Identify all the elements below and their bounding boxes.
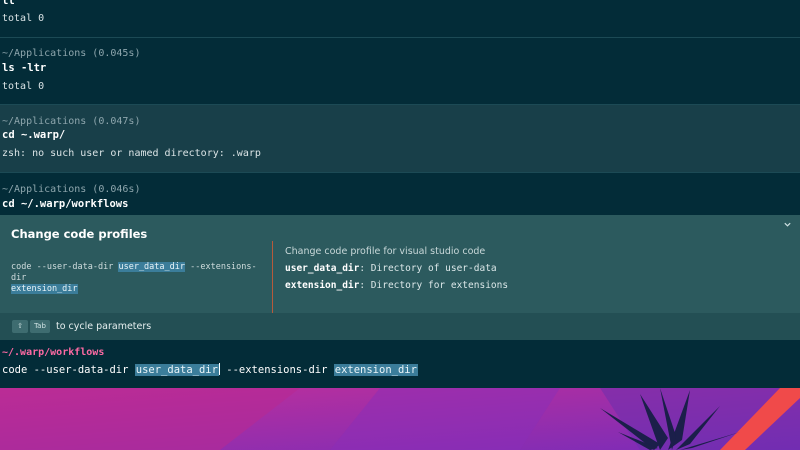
- chevron-down-icon[interactable]: [783, 219, 792, 232]
- block-output: total 0: [2, 13, 45, 24]
- param-description: user_data_dir: Directory of user-data: [285, 263, 497, 274]
- block-output: total 0: [2, 81, 45, 92]
- divider: [272, 241, 273, 317]
- tab-key: Tab: [30, 320, 50, 333]
- terminal-output: ll total 0 ~/Applications (0.045s) ls -l…: [0, 0, 800, 388]
- input-editor[interactable]: ~/.warp/workflows code --user-data-dir u…: [0, 340, 800, 388]
- command-block[interactable]: ~/Applications (0.046s) cd ~/.warp/workf…: [0, 173, 800, 215]
- workflow-title: Change code profiles: [11, 227, 148, 241]
- prompt-path: ~/.warp/workflows: [2, 347, 105, 358]
- command-block[interactable]: ~/Applications (0.045s) ls -ltr total 0: [0, 38, 800, 105]
- wallpaper-art: [0, 388, 800, 450]
- template-prefix: code --user-data-dir: [11, 262, 119, 272]
- param-desc: : Directory of user-data: [359, 263, 497, 274]
- template-param-extension-dir[interactable]: extension_dir: [11, 284, 78, 294]
- block-command: ls -ltr: [2, 62, 47, 74]
- workflow-description: Change code profile for visual studio co…: [285, 246, 486, 257]
- block-command: cd ~.warp/: [2, 129, 66, 141]
- param-description: extension_dir: Directory for extensions: [285, 280, 508, 291]
- param-desc: : Directory for extensions: [359, 280, 509, 291]
- desktop-wallpaper: [0, 388, 800, 450]
- workflow-template: code --user-data-dir user_data_dir --ext…: [11, 262, 266, 295]
- block-output: zsh: no such user or named directory: .w…: [2, 148, 261, 159]
- block-command: cd ~/.warp/workflows: [2, 198, 129, 210]
- command-block[interactable]: ll total 0: [0, 0, 800, 38]
- param-name: user_data_dir: [285, 263, 360, 274]
- input-prefix: code --user-data-dir: [2, 364, 135, 376]
- block-command: ll: [2, 0, 15, 7]
- shift-key-icon: ⇧: [12, 320, 28, 333]
- footer-hint: to cycle parameters: [56, 321, 152, 332]
- template-param-user-data-dir[interactable]: user_data_dir: [118, 262, 185, 272]
- workflow-panel: Change code profiles code --user-data-di…: [0, 215, 800, 340]
- param-name: extension_dir: [285, 280, 360, 291]
- command-input[interactable]: code --user-data-dir user_data_dir --ext…: [2, 363, 418, 376]
- input-param-extension-dir[interactable]: extension_dir: [333, 364, 418, 376]
- input-middle: --extensions-dir: [219, 364, 334, 376]
- command-block-selected[interactable]: ~/Applications (0.047s) cd ~.warp/ zsh: …: [0, 105, 800, 173]
- block-path: ~/Applications (0.047s): [2, 116, 141, 127]
- input-param-user-data-dir[interactable]: user_data_dir: [134, 364, 219, 376]
- workflow-footer: ⇧ Tab to cycle parameters: [0, 313, 800, 340]
- block-path: ~/Applications (0.045s): [2, 48, 141, 59]
- block-path: ~/Applications (0.046s): [2, 184, 141, 195]
